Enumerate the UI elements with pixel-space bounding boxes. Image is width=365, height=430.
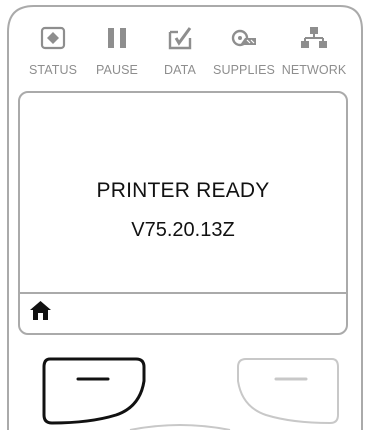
network-indicator: NETWORK bbox=[273, 26, 355, 84]
printer-status-text: PRINTER READY bbox=[96, 179, 270, 202]
firmware-version-text: V75.20.13Z bbox=[131, 219, 235, 241]
supplies-label: SUPPLIES bbox=[213, 63, 275, 77]
network-label: NETWORK bbox=[281, 63, 347, 77]
pause-label: PAUSE bbox=[96, 63, 138, 77]
lcd-screen: PRINTER READY V75.20.13Z bbox=[18, 91, 348, 335]
data-indicator: DATA bbox=[148, 26, 212, 84]
status-diamond-icon bbox=[40, 26, 66, 50]
pause-icon bbox=[108, 28, 126, 48]
status-label: STATUS bbox=[28, 63, 78, 77]
status-indicator: STATUS bbox=[21, 26, 85, 84]
supplies-icon bbox=[231, 29, 256, 47]
home-icon[interactable] bbox=[30, 301, 51, 320]
data-label: DATA bbox=[164, 63, 196, 77]
screen-divider bbox=[20, 292, 346, 294]
data-icon bbox=[168, 27, 192, 50]
left-softkey-button[interactable] bbox=[40, 355, 150, 427]
indicator-row: STATUS PAUSE DATA SUPPLIES NETWORK bbox=[0, 0, 365, 90]
pause-indicator: PAUSE bbox=[85, 26, 149, 84]
supplies-indicator: SUPPLIES bbox=[212, 26, 276, 84]
network-icon bbox=[301, 27, 327, 48]
right-softkey-button[interactable] bbox=[232, 355, 342, 427]
